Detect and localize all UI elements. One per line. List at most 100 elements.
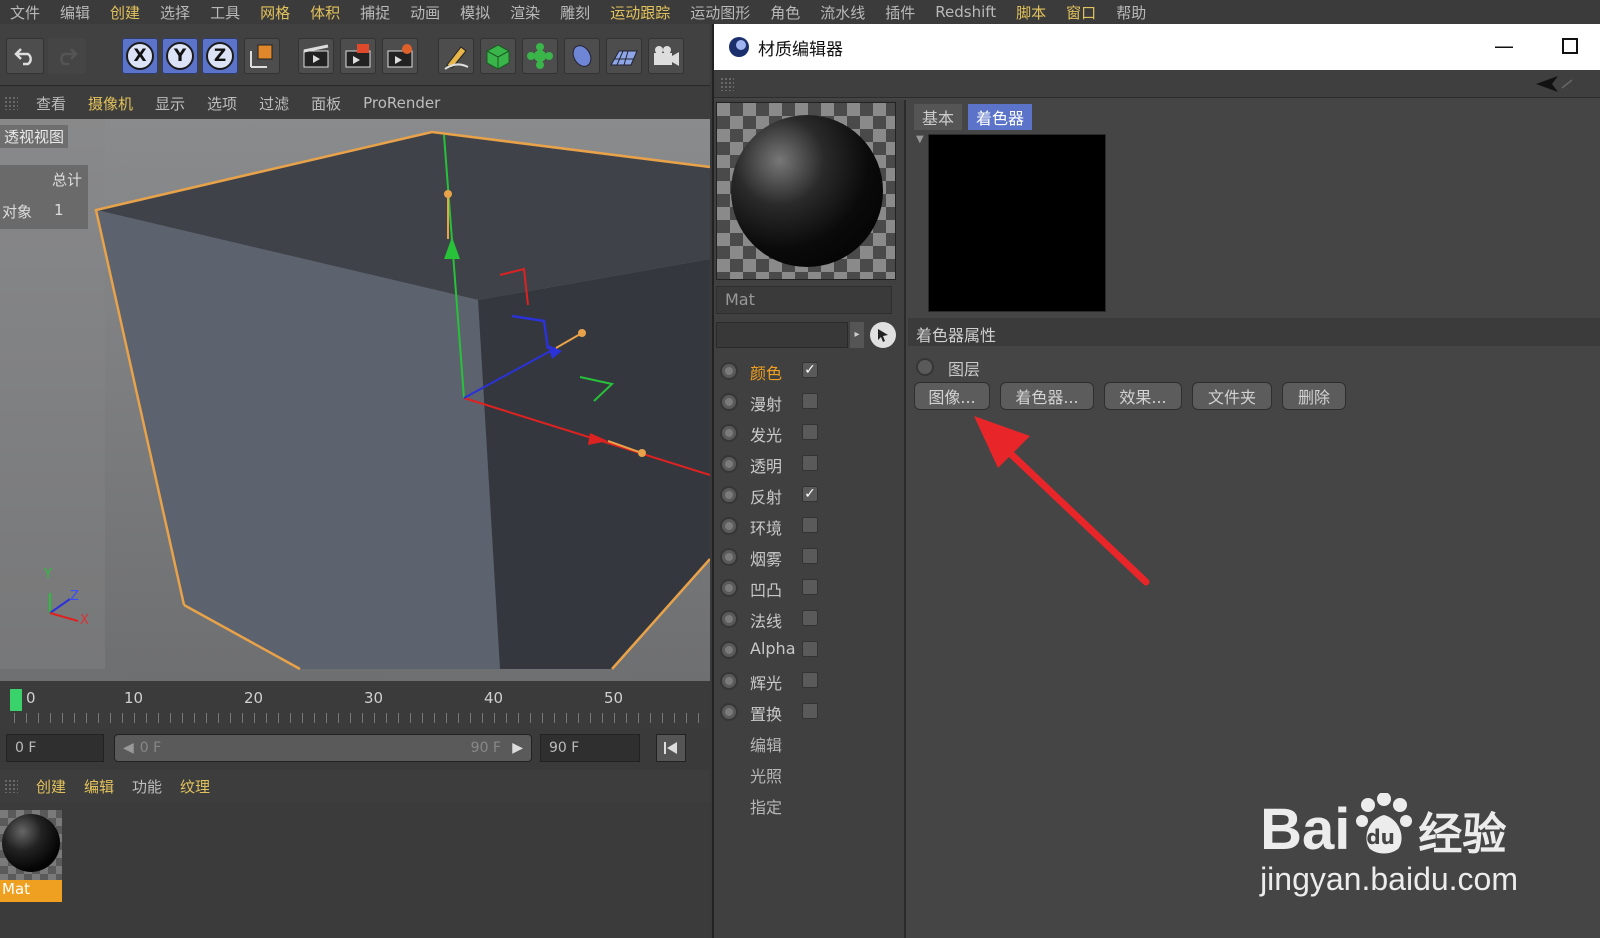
- menu-motion-tracking[interactable]: 运动跟踪: [600, 2, 680, 23]
- grip-handle[interactable]: [720, 77, 734, 91]
- menu-simulate[interactable]: 模拟: [450, 2, 500, 23]
- end-frame-field[interactable]: 90 F: [540, 734, 640, 762]
- menu-render[interactable]: 渲染: [500, 2, 550, 23]
- radio-icon[interactable]: [720, 393, 738, 411]
- material-preview[interactable]: [716, 102, 896, 280]
- radio-icon[interactable]: [720, 610, 738, 628]
- checkbox[interactable]: [802, 548, 818, 564]
- navigate-back-icon[interactable]: [1534, 74, 1574, 94]
- render-view-button[interactable]: [298, 38, 334, 74]
- pick-cursor-button[interactable]: [870, 322, 896, 348]
- menu-help[interactable]: 帮助: [1106, 2, 1156, 23]
- menu-file[interactable]: 文件: [0, 2, 50, 23]
- channel-color[interactable]: 颜色 ✓: [714, 356, 904, 386]
- checkbox[interactable]: [802, 393, 818, 409]
- material-name-field[interactable]: Mat: [716, 286, 892, 314]
- maximize-button[interactable]: [1562, 38, 1578, 54]
- grip-handle[interactable]: [4, 96, 18, 110]
- mat-menu-create[interactable]: 创建: [36, 776, 66, 797]
- radio-icon[interactable]: [720, 703, 738, 721]
- checkbox-checked[interactable]: ✓: [802, 486, 818, 502]
- channel-glow[interactable]: 辉光: [714, 666, 904, 696]
- mat-menu-function[interactable]: 功能: [132, 776, 162, 797]
- channel-displacement[interactable]: 置换: [714, 697, 904, 727]
- sub-item-assignment[interactable]: 指定: [750, 794, 782, 818]
- mat-menu-edit[interactable]: 编辑: [84, 776, 114, 797]
- timeline-ruler[interactable]: 0 10 20 30 40 50: [0, 681, 710, 729]
- menu-plugins[interactable]: 插件: [875, 2, 925, 23]
- frame-range-slider[interactable]: ◀ 0 F 90 F ▶: [114, 734, 532, 762]
- lock-y-button[interactable]: Y: [162, 38, 198, 74]
- minimize-button[interactable]: —: [1494, 34, 1514, 58]
- coordinate-system-button[interactable]: [244, 38, 280, 74]
- radio-icon[interactable]: [720, 548, 738, 566]
- checkbox[interactable]: [802, 641, 818, 657]
- channel-environment[interactable]: 环境: [714, 511, 904, 541]
- material-thumbnail[interactable]: Mat: [0, 810, 62, 902]
- menu-window[interactable]: 窗口: [1056, 2, 1106, 23]
- menu-mesh[interactable]: 网格: [250, 2, 300, 23]
- image-button[interactable]: 图像...: [914, 382, 990, 410]
- checkbox[interactable]: [802, 424, 818, 440]
- current-frame-field[interactable]: 0 F: [6, 734, 104, 762]
- channel-transparency[interactable]: 透明: [714, 449, 904, 479]
- mat-menu-texture[interactable]: 纹理: [180, 776, 210, 797]
- menu-snap[interactable]: 捕捉: [350, 2, 400, 23]
- viewport-menu-prorender[interactable]: ProRender: [363, 94, 440, 112]
- radio-icon[interactable]: [720, 486, 738, 504]
- channel-bump[interactable]: 凹凸: [714, 573, 904, 603]
- menu-animate[interactable]: 动画: [400, 2, 450, 23]
- checkbox[interactable]: [802, 579, 818, 595]
- radio-icon[interactable]: [720, 455, 738, 473]
- cube-object-button[interactable]: [480, 38, 516, 74]
- menu-sculpt[interactable]: 雕刻: [550, 2, 600, 23]
- checkbox[interactable]: [802, 703, 818, 719]
- editor-title-bar[interactable]: 材质编辑器 —: [714, 24, 1600, 70]
- menu-select[interactable]: 选择: [150, 2, 200, 23]
- radio-icon[interactable]: [720, 641, 738, 659]
- floor-button[interactable]: [606, 38, 642, 74]
- radio-icon[interactable]: [720, 362, 738, 380]
- channel-normal[interactable]: 法线: [714, 604, 904, 634]
- shader-button[interactable]: 着色器...: [1000, 382, 1094, 410]
- radio-icon[interactable]: [720, 424, 738, 442]
- radio-icon[interactable]: [720, 579, 738, 597]
- channel-diffuse[interactable]: 漫射: [714, 387, 904, 417]
- deformer-button[interactable]: [564, 38, 600, 74]
- go-to-start-button[interactable]: [656, 734, 686, 762]
- lock-x-button[interactable]: X: [122, 38, 158, 74]
- menu-character[interactable]: 角色: [760, 2, 810, 23]
- channel-reflectance[interactable]: 反射 ✓: [714, 480, 904, 510]
- radio-icon[interactable]: [720, 672, 738, 690]
- checkbox[interactable]: [802, 455, 818, 471]
- viewport-menu-view[interactable]: 查看: [36, 93, 66, 114]
- viewport-menu-cameras[interactable]: 摄像机: [88, 93, 133, 114]
- checkbox-checked[interactable]: ✓: [802, 362, 818, 378]
- viewport-menu-filter[interactable]: 过滤: [259, 93, 289, 114]
- camera-button[interactable]: [648, 38, 684, 74]
- radio-icon[interactable]: [720, 517, 738, 535]
- channel-fog[interactable]: 烟雾: [714, 542, 904, 572]
- menu-volume[interactable]: 体积: [300, 2, 350, 23]
- viewport-menu-panel[interactable]: 面板: [311, 93, 341, 114]
- tab-basic[interactable]: 基本: [914, 104, 963, 130]
- radio-icon[interactable]: [916, 358, 934, 376]
- tab-shader[interactable]: 着色器: [968, 104, 1033, 130]
- folder-button[interactable]: 文件夹: [1192, 382, 1272, 410]
- lock-z-button[interactable]: Z: [202, 38, 238, 74]
- menu-pipeline[interactable]: 流水线: [810, 2, 875, 23]
- sub-item-editor[interactable]: 编辑: [750, 732, 782, 756]
- menu-redshift[interactable]: Redshift: [925, 3, 1006, 21]
- delete-button[interactable]: 删除: [1282, 382, 1346, 410]
- checkbox[interactable]: [802, 672, 818, 688]
- redo-button[interactable]: [48, 38, 86, 74]
- collapse-arrow-icon[interactable]: ▼: [916, 134, 924, 145]
- channel-alpha[interactable]: Alpha: [714, 635, 904, 665]
- render-settings-button[interactable]: [382, 38, 418, 74]
- play-small-icon[interactable]: ▸: [850, 322, 864, 348]
- material-search-field[interactable]: [716, 322, 848, 348]
- pen-tool-button[interactable]: [438, 38, 474, 74]
- viewport-menu-options[interactable]: 选项: [207, 93, 237, 114]
- menu-mograph[interactable]: 运动图形: [680, 2, 760, 23]
- perspective-viewport[interactable]: Y Z X 透视视图 总计 对象 1: [0, 119, 710, 681]
